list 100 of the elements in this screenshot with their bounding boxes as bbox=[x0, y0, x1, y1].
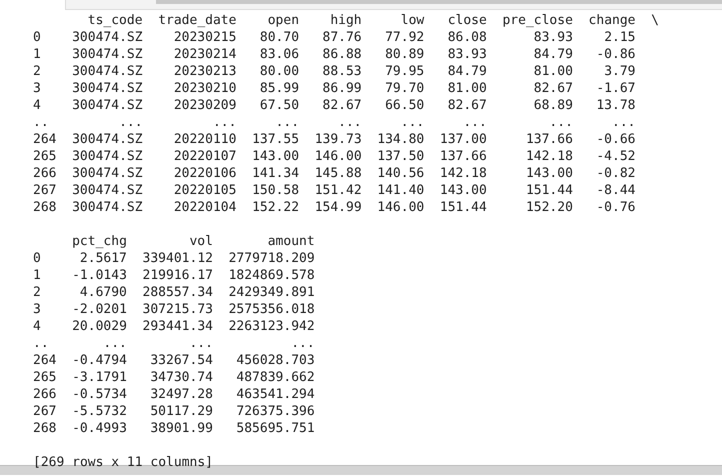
row-index: 266 bbox=[33, 165, 56, 182]
column-header: pct_chg bbox=[72, 233, 127, 250]
table-cell-text: 726375.396 bbox=[235, 403, 315, 420]
table-cell: 151.42 bbox=[314, 182, 362, 199]
table-cell: -2.0201 bbox=[72, 301, 127, 318]
table-cell-text: 20230210 bbox=[172, 80, 236, 97]
row-index: 268 bbox=[33, 420, 56, 437]
table-cell-text: 20230215 bbox=[172, 29, 236, 46]
row-index: 3 bbox=[33, 80, 42, 97]
table-cell: 300474.SZ bbox=[72, 63, 143, 80]
table-cell-text: -1.67 bbox=[595, 80, 636, 97]
column-header: ts_code bbox=[86, 12, 143, 29]
row-index: 4 bbox=[33, 318, 42, 335]
table-cell: 307215.73 bbox=[142, 301, 213, 318]
table-cell-text: 142.18 bbox=[524, 148, 573, 165]
table-cell-text: ... bbox=[548, 114, 573, 131]
table-cell-text: 463541.294 bbox=[235, 386, 315, 403]
table-cell: 339401.12 bbox=[142, 250, 213, 267]
table-cell: 293441.34 bbox=[142, 318, 213, 335]
table-cell-text: 20230213 bbox=[172, 63, 236, 80]
table-cell-text: 79.70 bbox=[384, 80, 424, 97]
table-cell-text: ... bbox=[118, 114, 143, 131]
table-cell: -0.4794 bbox=[72, 352, 127, 369]
table-cell: 137.66 bbox=[440, 148, 487, 165]
table-cell: -3.1791 bbox=[72, 369, 127, 386]
table-cell: 139.73 bbox=[314, 131, 362, 148]
row-index: 265 bbox=[33, 148, 56, 165]
row-index: 1 bbox=[33, 46, 42, 63]
table-cell-text: 585695.751 bbox=[235, 420, 315, 437]
column-header: open bbox=[266, 12, 300, 29]
table-cell-text: 151.44 bbox=[524, 182, 573, 199]
row-index: .. bbox=[33, 335, 50, 352]
table-cell: 151.44 bbox=[440, 199, 487, 216]
table-cell: 134.80 bbox=[377, 131, 424, 148]
table-cell-text: 83.06 bbox=[258, 46, 300, 63]
table-cell-text: 87.76 bbox=[322, 29, 362, 46]
table-cell-text: 84.79 bbox=[532, 46, 573, 63]
table-cell-text: 50117.29 bbox=[149, 403, 213, 420]
column-header: vol bbox=[188, 233, 213, 250]
table-cell-text: -0.82 bbox=[595, 165, 636, 182]
table-cell-text: 38901.99 bbox=[149, 420, 213, 437]
table-cell-text: ... bbox=[274, 114, 300, 131]
table-cell-text: ... bbox=[102, 335, 127, 352]
table-cell-text: 152.20 bbox=[524, 199, 573, 216]
row-index: 264 bbox=[33, 131, 56, 148]
table-cell: 140.56 bbox=[377, 165, 424, 182]
table-cell-text: -0.86 bbox=[595, 46, 636, 63]
column-header: close bbox=[446, 12, 487, 29]
table-cell-text: 20220107 bbox=[172, 148, 236, 165]
table-cell-text: 20220105 bbox=[172, 182, 236, 199]
column-header: change bbox=[588, 12, 636, 29]
table-cell: 152.22 bbox=[252, 199, 300, 216]
table-cell: 300474.SZ bbox=[72, 97, 143, 114]
table-cell-text: 20220106 bbox=[172, 165, 236, 182]
table-cell-text: ... bbox=[462, 114, 487, 131]
table-cell-text: 80.70 bbox=[258, 29, 300, 46]
table-cell-text: 82.67 bbox=[446, 97, 487, 114]
table-cell-text: 82.67 bbox=[532, 80, 573, 97]
table-cell: 300474.SZ bbox=[72, 80, 143, 97]
table-cell: 300474.SZ bbox=[72, 29, 143, 46]
table-cell-text: ... bbox=[188, 335, 213, 352]
row-index: 265 bbox=[33, 369, 56, 386]
table-cell: 2263123.942 bbox=[228, 318, 315, 335]
table-cell-text: 4.6790 bbox=[78, 284, 127, 301]
column-header: pre_close bbox=[502, 12, 573, 29]
table-cell-text: 33267.54 bbox=[149, 352, 213, 369]
table-cell-text: 85.99 bbox=[258, 80, 300, 97]
table-cell-text: 67.50 bbox=[258, 97, 300, 114]
table-cell-text: 84.79 bbox=[446, 63, 487, 80]
table-cell: 20.0029 bbox=[72, 318, 127, 335]
table-cell: 150.58 bbox=[252, 182, 300, 199]
scrollbar-thumb[interactable] bbox=[156, 0, 722, 4]
table-cell-text: ... bbox=[212, 114, 236, 131]
table-cell: 137.50 bbox=[377, 148, 424, 165]
table-cell: 2575356.018 bbox=[228, 301, 315, 318]
table-cell-text: -0.66 bbox=[595, 131, 636, 148]
row-index: 1 bbox=[33, 267, 42, 284]
table-cell-text: 77.92 bbox=[384, 29, 424, 46]
table-cell-text: 88.53 bbox=[322, 63, 362, 80]
table-cell-text: 66.50 bbox=[384, 97, 424, 114]
continuation-mark: \ bbox=[651, 12, 659, 29]
table-cell-text: 13.78 bbox=[595, 97, 636, 114]
table-cell: 137.00 bbox=[440, 131, 487, 148]
table-cell: 300474.SZ bbox=[72, 182, 143, 199]
table-cell-text: 86.88 bbox=[322, 46, 362, 63]
table-shape-summary: [269 rows x 11 columns] bbox=[33, 455, 214, 470]
table-cell: 143.00 bbox=[440, 182, 487, 199]
table-cell: -5.5732 bbox=[72, 403, 127, 420]
table-cell-text: 80.00 bbox=[258, 63, 300, 80]
table-cell: 146.00 bbox=[314, 148, 362, 165]
table-cell: 142.18 bbox=[440, 165, 487, 182]
table-cell-text: 20220104 bbox=[172, 199, 236, 216]
row-index: 264 bbox=[33, 352, 56, 369]
row-index: 0 bbox=[33, 250, 42, 267]
table-cell-text: ... bbox=[611, 114, 636, 131]
table-cell: 288557.34 bbox=[142, 284, 213, 301]
table-cell-text: 20230214 bbox=[172, 46, 236, 63]
table-cell-text: ... bbox=[290, 335, 315, 352]
table-cell-text: 137.66 bbox=[524, 131, 573, 148]
row-index: 266 bbox=[33, 386, 56, 403]
